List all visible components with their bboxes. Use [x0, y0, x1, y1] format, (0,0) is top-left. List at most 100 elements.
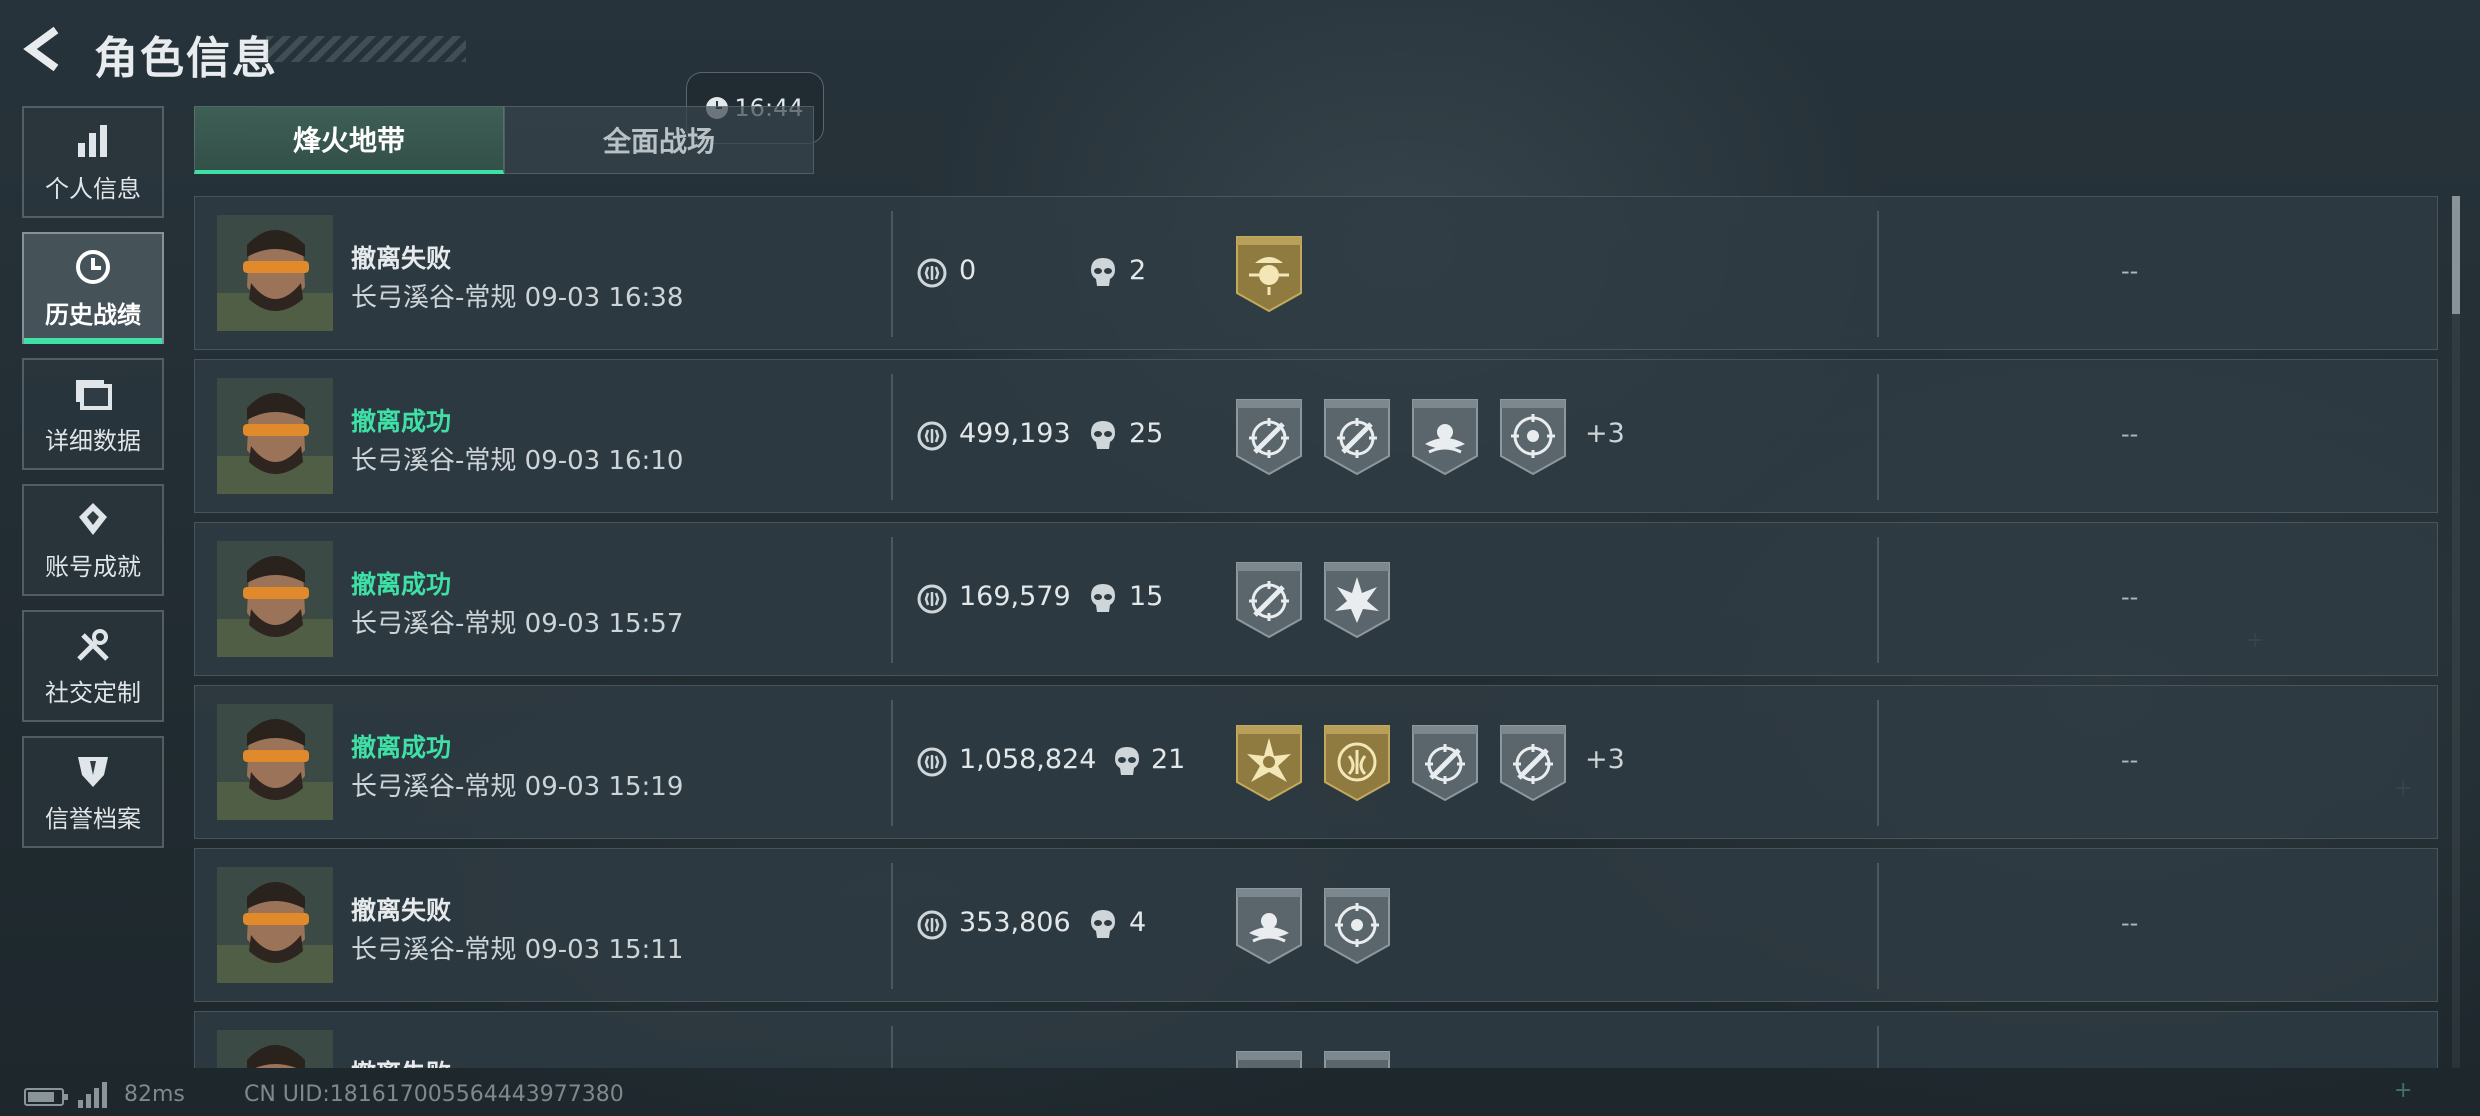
- coin-icon: [917, 910, 947, 940]
- match-detail: 长弓溪谷-常规 09-03 16:10: [351, 446, 684, 476]
- placeholder-dash: --: [2121, 257, 2139, 285]
- battery-level: [28, 1092, 54, 1102]
- title-decoration: [266, 36, 466, 62]
- kill-count: 21: [1151, 744, 1186, 775]
- operator-avatar: [217, 378, 333, 494]
- sidebar-item-social[interactable]: 社交定制: [22, 610, 164, 722]
- rifle-target-badge[interactable]: [1235, 561, 1303, 639]
- gold-commander-badge[interactable]: [1235, 235, 1303, 313]
- rifle-target-badge[interactable]: [1323, 1050, 1391, 1068]
- column-divider: [1877, 374, 1879, 500]
- placeholder-dash: --: [2121, 420, 2139, 448]
- more-badges-count[interactable]: +3: [1585, 744, 1625, 775]
- skull-icon: [1089, 419, 1117, 451]
- rifle-target-badge[interactable]: [1235, 398, 1303, 476]
- placeholder-dash: --: [2121, 909, 2139, 937]
- shield-icon: [73, 751, 113, 791]
- column-divider: [1877, 537, 1879, 663]
- operator-avatar: [217, 541, 333, 657]
- coin-icon: [917, 747, 947, 777]
- match-history-list[interactable]: 撤离失败 长弓溪谷-常规 09-03 16:38 0 2 -- 撤离成功 长弓溪…: [194, 196, 2440, 1068]
- match-record-row[interactable]: 撤离成功 长弓溪谷-常规 09-03 15:19 1,058,824 21 +3…: [194, 685, 2438, 839]
- column-divider: [891, 1026, 893, 1068]
- operator-avatar: [217, 1030, 333, 1068]
- sidebar-item-credit[interactable]: 信誉档案: [22, 736, 164, 848]
- coin-icon: [917, 258, 947, 288]
- extraction-status: 撤离成功: [351, 733, 452, 762]
- bar-chart-icon: [73, 121, 113, 161]
- match-detail: 长弓溪谷-常规 09-03 16:38: [351, 283, 684, 313]
- rifle-target-badge[interactable]: [1235, 1050, 1303, 1068]
- eagle-target-badge[interactable]: [1499, 398, 1567, 476]
- coin-icon: [917, 421, 947, 451]
- sidebar-item-label: 社交定制: [45, 678, 141, 707]
- wave-badge[interactable]: [1235, 887, 1303, 965]
- extraction-status: 撤离成功: [351, 570, 452, 599]
- match-record-row[interactable]: 撤离失败 长弓溪谷-常规 09-03 15:11 353,806 4 --: [194, 848, 2438, 1002]
- history-clock-icon: [73, 247, 113, 287]
- crosshair-badge[interactable]: [1323, 887, 1391, 965]
- tab-hazard-zone[interactable]: 烽火地带: [194, 106, 504, 174]
- skull-icon: [1089, 256, 1117, 288]
- sidebar-item-history[interactable]: 历史战绩: [22, 232, 164, 344]
- coin-value: 0: [959, 255, 977, 286]
- sidebar-item-label: 详细数据: [45, 426, 141, 455]
- column-divider: [1877, 863, 1879, 989]
- sidebar-item-achievements[interactable]: 账号成就: [22, 484, 164, 596]
- skull-icon: [1089, 582, 1117, 614]
- column-divider: [1877, 211, 1879, 337]
- badge-list: [1235, 394, 1567, 480]
- list-scrollbar[interactable]: [2452, 196, 2460, 1068]
- extraction-status: 撤离失败: [351, 1054, 451, 1068]
- extraction-status: 撤离失败: [351, 244, 452, 273]
- sidebar-item-label: 账号成就: [45, 552, 141, 581]
- rifle-target-badge[interactable]: [1499, 724, 1567, 802]
- tools-icon: [73, 625, 113, 665]
- sidebar-item-label: 信誉档案: [45, 804, 141, 833]
- extraction-status: 撤离成功: [351, 407, 452, 436]
- user-uid: CN UID:181617005564443977380: [244, 1082, 624, 1107]
- page-title: 角色信息: [94, 33, 278, 84]
- back-arrow-icon: [23, 26, 59, 72]
- match-detail: 长弓溪谷-常规 09-03 15:57: [351, 609, 684, 639]
- rifle-target-badge[interactable]: [1411, 724, 1479, 802]
- badge-list: [1235, 883, 1391, 969]
- sidebar-item-detailed-data[interactable]: 详细数据: [22, 358, 164, 470]
- gold-laurel-badge[interactable]: [1323, 724, 1391, 802]
- badge-list: [1235, 720, 1567, 806]
- achievement-icon: [73, 499, 113, 539]
- back-button[interactable]: [22, 26, 68, 72]
- placeholder-dash: --: [2121, 746, 2139, 774]
- scrollbar-thumb[interactable]: [2452, 196, 2460, 314]
- match-record-row[interactable]: 撤离失败 长弓溪谷-常规 09-03 16:38 0 2 --: [194, 196, 2438, 350]
- match-record-row[interactable]: 撤离失败: [194, 1011, 2438, 1068]
- column-divider: [891, 700, 893, 826]
- column-divider: [891, 863, 893, 989]
- badge-list: [1235, 231, 1303, 317]
- column-divider: [1877, 700, 1879, 826]
- coin-value: 1,058,824: [959, 744, 1097, 775]
- sidebar-item-label: 历史战绩: [45, 300, 141, 329]
- signal-icon: [78, 1082, 112, 1108]
- wave-badge[interactable]: [1411, 398, 1479, 476]
- match-record-row[interactable]: 撤离成功 长弓溪谷-常规 09-03 16:10 499,193 25 +3 -…: [194, 359, 2438, 513]
- gold-star-badge[interactable]: [1235, 724, 1303, 802]
- coin-value: 169,579: [959, 581, 1071, 612]
- column-divider: [1877, 1026, 1879, 1068]
- column-divider: [891, 211, 893, 337]
- tab-full-battlefield[interactable]: 全面战场: [504, 106, 814, 174]
- sidebar-item-label: 个人信息: [45, 174, 141, 203]
- kill-count: 4: [1129, 907, 1147, 938]
- explosion-badge[interactable]: [1323, 561, 1391, 639]
- match-record-row[interactable]: 撤离成功 长弓溪谷-常规 09-03 15:57 169,579 15 --: [194, 522, 2438, 676]
- rifle-target-badge[interactable]: [1323, 398, 1391, 476]
- operator-avatar: [217, 215, 333, 331]
- coin-value: 353,806: [959, 907, 1071, 938]
- ping-value: 82ms: [124, 1082, 185, 1107]
- badge-list: [1235, 1046, 1391, 1068]
- sidebar-item-personal-info[interactable]: 个人信息: [22, 106, 164, 218]
- battery-icon: [24, 1088, 68, 1106]
- more-badges-count[interactable]: +3: [1585, 418, 1625, 449]
- kill-count: 2: [1129, 255, 1147, 286]
- skull-icon: [1089, 908, 1117, 940]
